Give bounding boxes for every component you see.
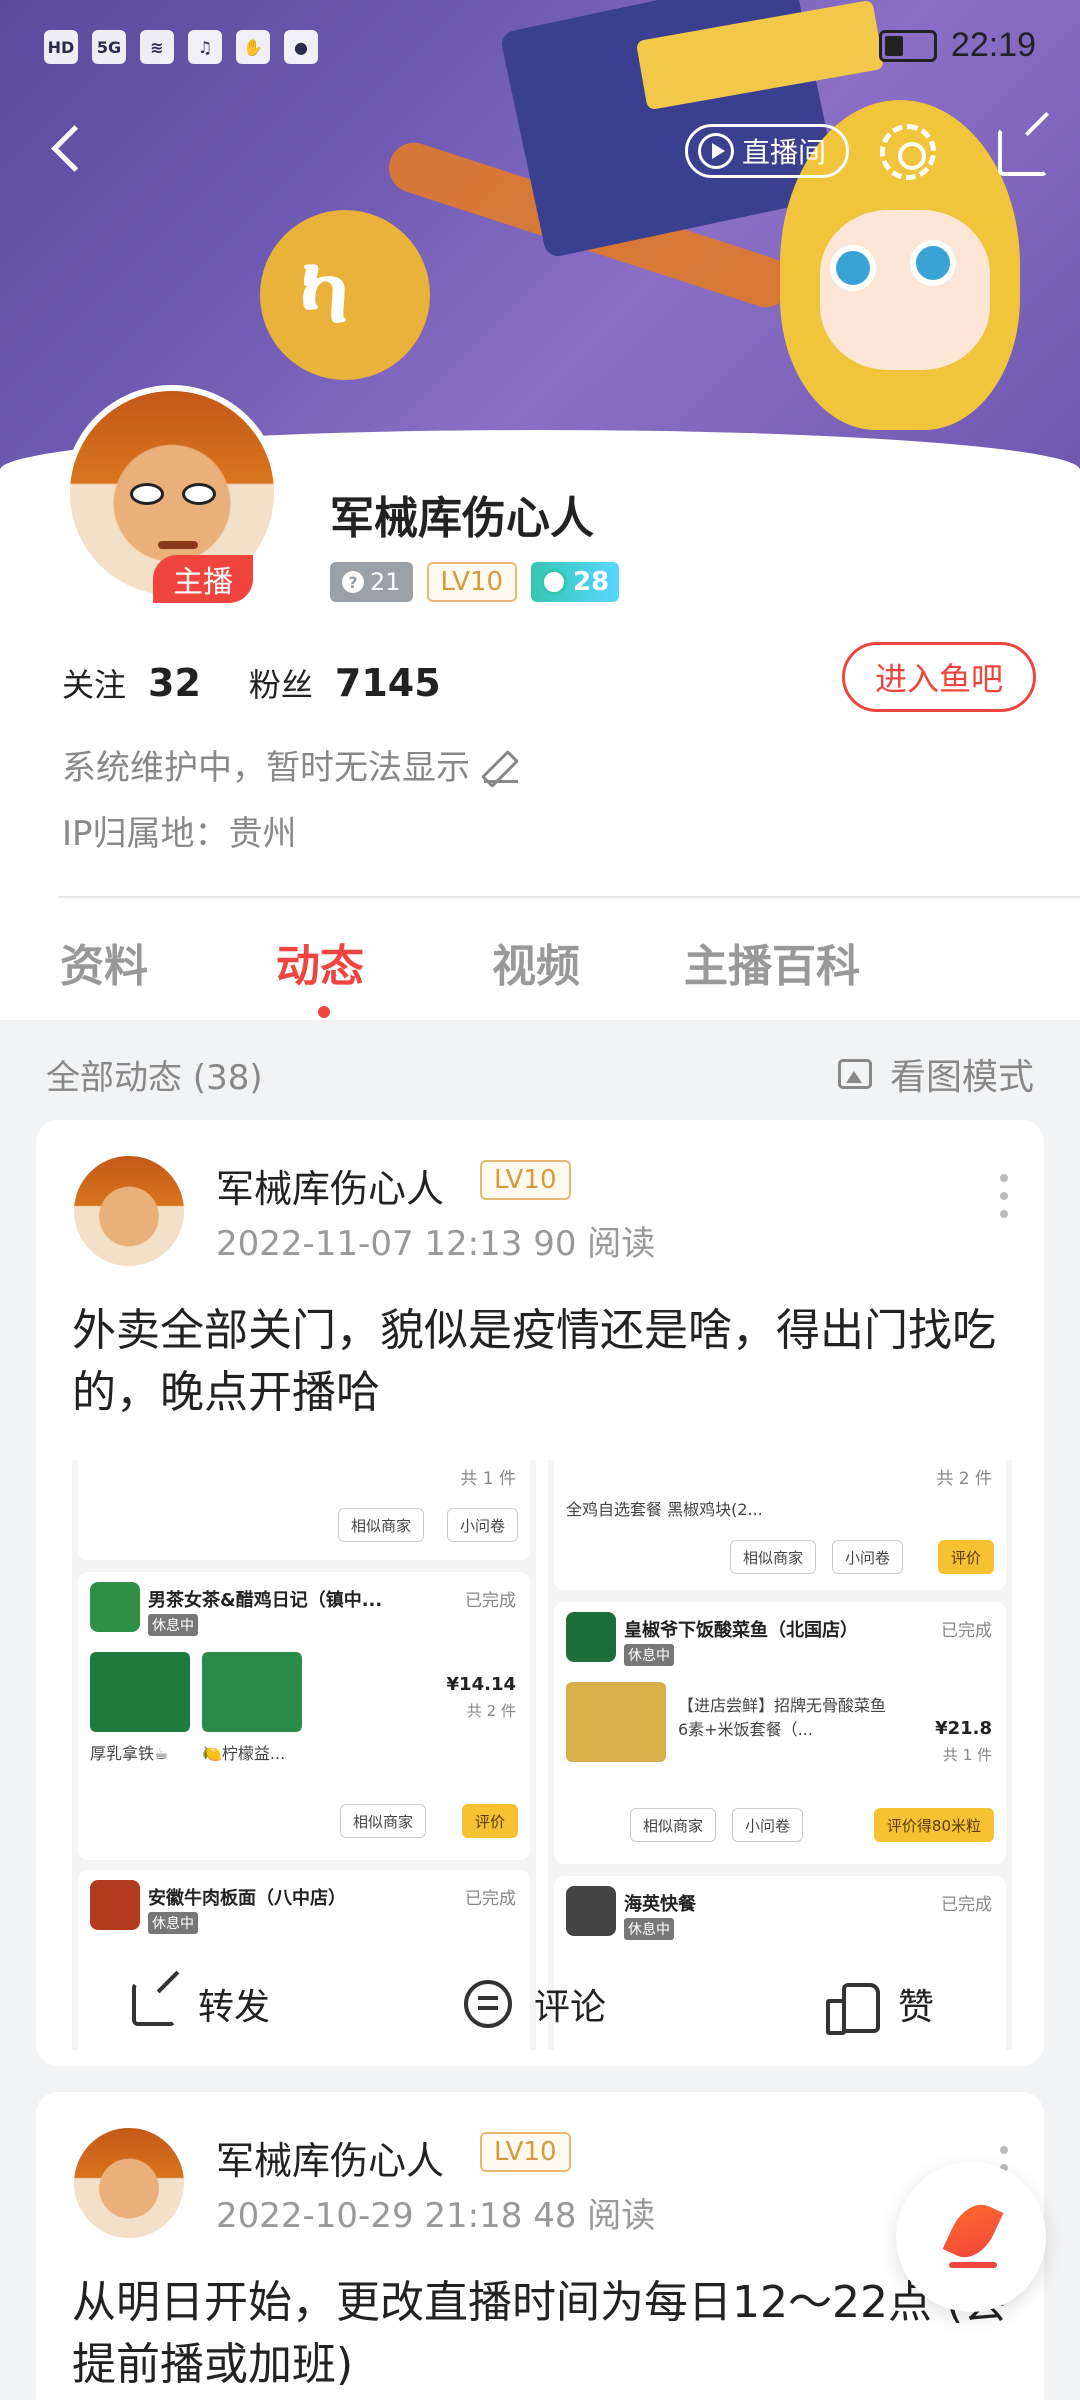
question-badge[interactable]: ? 21: [330, 562, 413, 602]
back-button[interactable]: [40, 120, 100, 180]
post-card[interactable]: 军械库伤心人 LV10 2022-11-07 12:13 90 阅读 外卖全部关…: [36, 1120, 1044, 2066]
post-image[interactable]: 共 1 件 相似商家 小问卷 男茶女茶&醋鸡日记（镇中... 已完成 休息中 厚…: [72, 1460, 1012, 2050]
fish-icon: [541, 569, 568, 595]
play-icon: [698, 133, 734, 169]
following-count[interactable]: 32: [148, 661, 201, 705]
post-avatar[interactable]: [74, 1156, 184, 1266]
username: 军械库伤心人: [330, 493, 594, 544]
anchor-badge: 主播: [153, 555, 253, 603]
wifi-icon: ≋: [140, 30, 174, 64]
clock: 22:19: [950, 26, 1036, 64]
post-level-badge: LV10: [480, 1160, 571, 1200]
post-text: 外卖全部关门，貌似是疫情还是啥，得出门找吃的，晚点开播哈: [72, 1305, 996, 1418]
level-badge[interactable]: LV10: [426, 562, 518, 602]
tab-videos[interactable]: 视频: [492, 930, 580, 994]
edit-pencil-icon[interactable]: [484, 748, 518, 783]
follow-stats: 关注 32 粉丝 7145: [62, 660, 467, 706]
tab-profile[interactable]: 资料: [60, 930, 148, 994]
fish-badge[interactable]: 28: [531, 562, 620, 602]
feed-header: 全部动态 (38) 看图模式: [0, 1020, 1080, 1120]
comment-icon: [464, 1980, 512, 2028]
question-icon: ?: [342, 571, 364, 593]
ip-location: IP归属地：贵州: [62, 814, 297, 854]
post-meta: 2022-10-29 21:18 48 阅读: [216, 2196, 656, 2236]
badge-row: ? 21 LV10 28: [330, 562, 620, 602]
tab-bar: 资料 动态 视频 主播百科: [0, 900, 1080, 1020]
settings-gear-icon[interactable]: [880, 124, 936, 180]
enter-fish-bar-button[interactable]: 进入鱼吧: [842, 642, 1036, 712]
image-mode-button[interactable]: 看图模式: [837, 1048, 1034, 1100]
hd-icon: HD: [44, 30, 78, 64]
quill-icon: [941, 2202, 1001, 2272]
order-screenshot-left: 共 1 件 相似商家 小问卷 男茶女茶&醋鸡日记（镇中... 已完成 休息中 厚…: [72, 1460, 536, 2050]
active-tab-indicator: [318, 1006, 330, 1018]
music-icon: ♫: [188, 30, 222, 64]
compose-post-button[interactable]: [896, 2162, 1046, 2312]
post-author[interactable]: 军械库伤心人: [216, 1158, 444, 1213]
post-avatar[interactable]: [74, 2128, 184, 2238]
post-level-badge: LV10: [480, 2132, 571, 2172]
divider: [58, 896, 1080, 898]
status-bar: HD 5G ≋ ♫ ✋ ● 22:19: [0, 0, 1080, 96]
live-room-button[interactable]: 直播间: [685, 124, 849, 178]
feed-title: 全部动态 (38): [46, 1058, 263, 1098]
more-icon[interactable]: [994, 1174, 1014, 1234]
following-label[interactable]: 关注: [62, 660, 126, 706]
fans-label[interactable]: 粉丝: [249, 660, 313, 706]
post-card[interactable]: 军械库伤心人 LV10 2022-10-29 21:18 48 阅读 从明日开始…: [36, 2092, 1044, 2400]
share-action-button[interactable]: 转发: [132, 1978, 270, 2030]
chat-icon: ●: [284, 30, 318, 64]
order-screenshot-right: 全鸡自选套餐 黑椒鸡块(2... 共 2 件 相似商家 小问卷 评价 皇椒爷下饭…: [548, 1460, 1012, 2050]
image-icon: [837, 1059, 872, 1089]
post-author[interactable]: 军械库伤心人: [216, 2130, 444, 2185]
share-icon[interactable]: [998, 128, 1048, 176]
signal-icon: 5G: [92, 30, 126, 64]
like-action-button[interactable]: 赞: [826, 1978, 934, 2035]
hand-icon: ✋: [236, 30, 270, 64]
fans-count[interactable]: 7145: [335, 661, 441, 705]
post-text: 从明日开始，更改直播时间为每日12～22点 (会提前播或加班): [72, 2277, 1008, 2390]
share-icon: [132, 1982, 176, 2026]
tab-wiki[interactable]: 主播百科: [684, 930, 860, 994]
battery-icon: [878, 29, 937, 62]
bio: 系统维护中，暂时无法显示: [62, 740, 518, 789]
post-meta: 2022-11-07 12:13 90 阅读: [216, 1224, 656, 1264]
comment-action-button[interactable]: 评论: [464, 1978, 606, 2030]
tab-activity[interactable]: 动态: [276, 930, 364, 994]
thumbs-up-icon: [826, 1981, 880, 2035]
